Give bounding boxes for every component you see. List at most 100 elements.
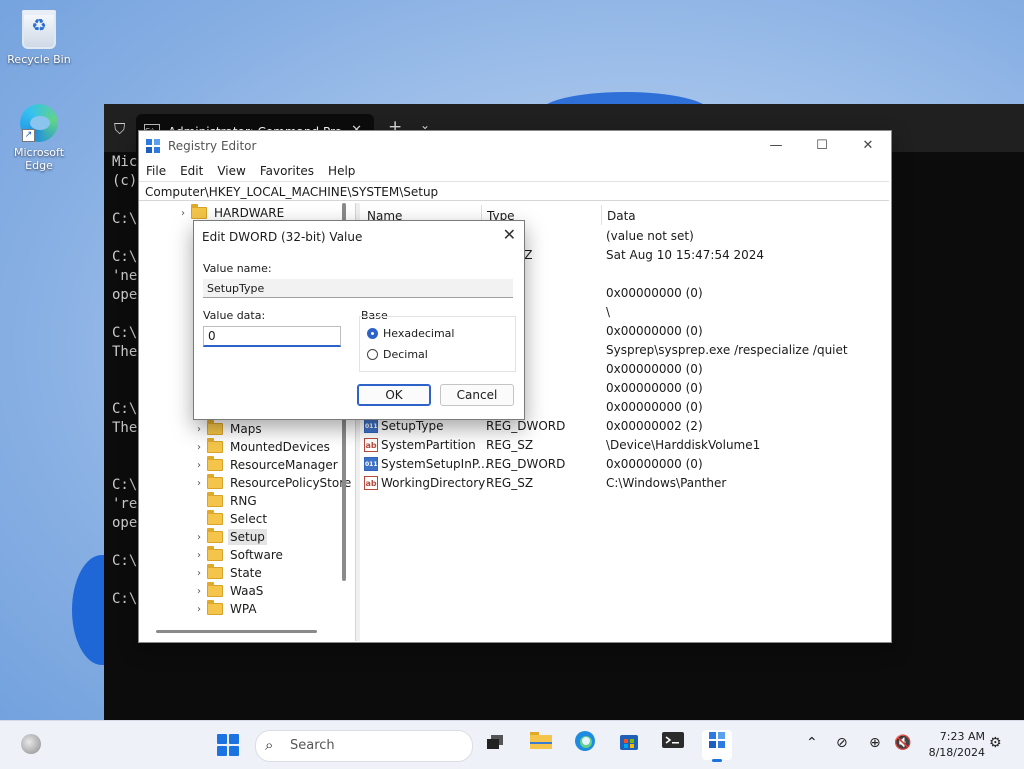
regedit-button[interactable] — [702, 730, 732, 762]
value-name-field[interactable]: SetupType — [203, 279, 513, 298]
folder-icon — [207, 492, 223, 507]
terminal-button[interactable] — [658, 730, 688, 760]
tree-item-rng[interactable]: RNG — [191, 492, 259, 510]
registry-titlebar[interactable]: Registry Editor — ☐ ✕ — [139, 131, 891, 161]
hexadecimal-radio[interactable]: Hexadecimal — [367, 327, 454, 340]
minimize-button[interactable]: — — [761, 136, 791, 156]
tree-item-software[interactable]: › Software — [191, 546, 285, 564]
tree-item-label: Software — [230, 548, 283, 562]
chevron-right-icon[interactable]: › — [175, 208, 191, 219]
tree-item-resourcemanager[interactable]: › ResourceManager — [191, 456, 340, 474]
file-explorer-button[interactable] — [526, 730, 556, 760]
tree-item-setup[interactable]: › Setup — [191, 528, 267, 546]
value-data-cell: 0x00000000 (0) — [606, 400, 703, 414]
tree-item-select[interactable]: Select — [191, 510, 269, 528]
tree-horizontal-scrollbar[interactable] — [156, 630, 317, 633]
windows-logo-icon — [217, 734, 227, 744]
tree-item-wpa[interactable]: › WPA — [191, 600, 259, 618]
chevron-right-icon[interactable]: › — [191, 424, 207, 435]
store-button[interactable] — [614, 730, 644, 760]
terminal-line: C:\ — [112, 401, 138, 417]
value-name-text: WorkingDirectory — [381, 476, 486, 490]
value-name-cell: ab SystemPartition — [364, 438, 476, 452]
value-row[interactable]: ab SystemPartition REG_SZ \Device\HarddiskV… — [360, 436, 880, 455]
clock[interactable]: 7:23 AM 8/18/2024 — [915, 729, 985, 761]
tree-item-maps[interactable]: › Maps — [191, 420, 264, 438]
terminal-line: C:\ — [112, 211, 138, 227]
folder-icon — [207, 528, 223, 543]
chevron-right-icon[interactable]: › — [191, 604, 207, 615]
edge-icon: ↗ — [20, 104, 58, 142]
cancel-button[interactable]: Cancel — [440, 384, 514, 406]
tree-item-label: RNG — [230, 494, 257, 508]
chevron-right-icon[interactable]: › — [191, 532, 207, 543]
tree-item-label: WaaS — [230, 584, 264, 598]
widgets-icon[interactable] — [21, 734, 41, 754]
recycle-bin-icon: ♻ — [22, 10, 56, 49]
value-name-text: SystemSetupInP... — [381, 457, 489, 471]
value-name-cell: 011 SetupType — [364, 419, 444, 433]
ok-button[interactable]: OK — [357, 384, 431, 406]
value-data-cell: 0x00000002 (2) — [606, 419, 703, 433]
chevron-right-icon[interactable]: › — [191, 568, 207, 579]
folder-icon — [207, 474, 223, 489]
tree-item-resourcepolicystore[interactable]: › ResourcePolicyStore — [191, 474, 353, 492]
volume-muted-icon[interactable]: 🔇 — [894, 735, 911, 751]
chevron-right-icon[interactable]: › — [191, 478, 207, 489]
value-name-text: SystemPartition — [381, 438, 476, 452]
start-button[interactable] — [217, 734, 239, 756]
maximize-button[interactable]: ☐ — [807, 136, 837, 156]
menu-favorites[interactable]: Favorites — [253, 161, 321, 181]
value-data-cell: \ — [606, 305, 611, 319]
value-data-cell: 0x00000000 (0) — [606, 286, 703, 300]
registry-title: Registry Editor — [168, 139, 257, 153]
notifications-icon[interactable]: ⚙ — [989, 735, 1002, 751]
regedit-icon — [146, 139, 160, 153]
value-type-cell: REG_DWORD — [486, 457, 566, 471]
address-bar[interactable]: Computer\HKEY_LOCAL_MACHINE\SYSTEM\Setup — [139, 181, 889, 201]
base-group — [359, 316, 516, 372]
task-view-button[interactable] — [480, 730, 510, 760]
folder-icon — [207, 582, 223, 597]
chevron-right-icon[interactable]: › — [191, 586, 207, 597]
task-view-icon — [487, 735, 503, 749]
value-data-cell: 0x00000000 (0) — [606, 362, 703, 376]
column-header-data[interactable]: Data — [607, 209, 636, 223]
value-type-cell: REG_SZ — [486, 438, 534, 452]
folder-icon — [207, 600, 223, 615]
value-row[interactable]: 011 SystemSetupInP... REG_DWORD 0x00000000 … — [360, 455, 880, 474]
edge-icon — [575, 731, 595, 751]
tree-item-mounteddevices[interactable]: › MountedDevices — [191, 438, 332, 456]
chevron-up-icon[interactable]: ⌃ — [806, 735, 818, 751]
value-name-cell: 011 SystemSetupInP... — [364, 457, 489, 471]
value-row[interactable]: ab WorkingDirectory REG_SZ C:\Windows\Panth… — [360, 474, 880, 493]
string-value-icon: ab — [364, 438, 378, 452]
edit-dword-dialog: Edit DWORD (32-bit) Value ✕ Value name: … — [193, 220, 525, 420]
globe-icon[interactable]: ⊕ — [869, 735, 881, 751]
menu-help[interactable]: Help — [321, 161, 362, 181]
menu-bar: File Edit View Favorites Help — [139, 161, 362, 181]
menu-view[interactable]: View — [210, 161, 252, 181]
value-data-input[interactable]: 0 — [203, 326, 341, 347]
chevron-right-icon[interactable]: › — [191, 442, 207, 453]
column-separator[interactable] — [601, 205, 602, 225]
decimal-radio[interactable]: Decimal — [367, 348, 428, 361]
close-button[interactable]: ✕ — [853, 136, 883, 156]
chevron-right-icon[interactable]: › — [191, 460, 207, 471]
network-off-icon[interactable]: ⊘ — [836, 735, 848, 751]
menu-edit[interactable]: Edit — [173, 161, 210, 181]
edge-button[interactable] — [570, 730, 600, 760]
chevron-right-icon[interactable]: › — [191, 550, 207, 561]
hexadecimal-label: Hexadecimal — [383, 327, 455, 340]
taskbar-search[interactable]: ⌕ Search — [255, 730, 473, 762]
tree-item-state[interactable]: › State — [191, 564, 264, 582]
folder-icon — [207, 564, 223, 579]
value-type-cell: REG_SZ — [486, 476, 534, 490]
value-name-label: Value name: — [203, 262, 272, 275]
tree-item-waas[interactable]: › WaaS — [191, 582, 265, 600]
tree-item-label: MountedDevices — [230, 440, 330, 454]
close-icon[interactable]: ✕ — [503, 225, 516, 244]
desktop-icon-edge[interactable]: ↗ Microsoft Edge — [3, 104, 75, 172]
desktop-icon-recycle-bin[interactable]: ♻ Recycle Bin — [3, 10, 75, 66]
menu-file[interactable]: File — [139, 161, 173, 181]
